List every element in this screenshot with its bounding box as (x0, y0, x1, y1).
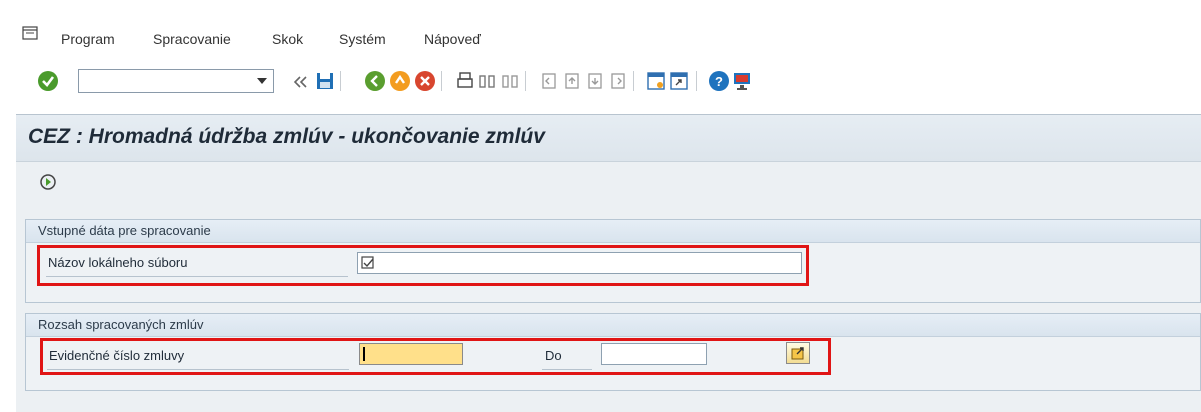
highlight-frame (40, 338, 831, 375)
save-icon[interactable] (314, 70, 336, 92)
menu-program[interactable]: Program (61, 31, 115, 47)
find-icon[interactable] (476, 70, 498, 92)
toolbar-separator (696, 71, 697, 91)
group-title: Vstupné dáta pre spracovanie (38, 223, 211, 238)
menu-skok[interactable]: Skok (272, 31, 303, 47)
svg-text:?: ? (715, 74, 723, 89)
back-icon[interactable] (289, 71, 311, 93)
page-title: CEZ : Hromadná údržba zmlúv - ukončovani… (28, 125, 545, 148)
command-field[interactable] (78, 69, 274, 93)
customize-icon[interactable] (731, 70, 753, 92)
exit-icon[interactable] (389, 70, 411, 92)
group-header: Rozsah spracovaných zmlúv (26, 314, 1200, 337)
check-icon[interactable] (37, 70, 59, 92)
menu-napoved[interactable]: Nápoveď (424, 31, 481, 47)
cancel-icon[interactable] (414, 70, 436, 92)
toolbar-separator (441, 71, 442, 91)
new-session-icon[interactable] (645, 70, 667, 92)
highlight-frame (37, 245, 809, 286)
execute-icon[interactable] (38, 172, 58, 192)
next-page-icon[interactable] (584, 70, 606, 92)
prev-page-icon[interactable] (561, 70, 583, 92)
find-next-icon[interactable] (499, 70, 521, 92)
group-header: Vstupné dáta pre spracovanie (26, 220, 1200, 243)
toolbar-separator (525, 71, 526, 91)
menu-window-icon[interactable] (22, 26, 38, 40)
menu-bar: Program Spracovanie Skok Systém Nápoveď (0, 0, 1201, 60)
help-icon[interactable]: ? (708, 70, 730, 92)
last-page-icon[interactable] (607, 70, 629, 92)
first-page-icon[interactable] (538, 70, 560, 92)
back-nav-icon[interactable] (364, 70, 386, 92)
shortcut-icon[interactable] (668, 70, 690, 92)
menu-system[interactable]: Systém (339, 31, 386, 47)
toolbar-separator (340, 71, 341, 91)
chevron-down-icon[interactable] (257, 78, 267, 84)
menu-spracovanie[interactable]: Spracovanie (153, 31, 231, 47)
toolbar-separator (633, 71, 634, 91)
print-icon[interactable] (454, 70, 476, 92)
group-title: Rozsah spracovaných zmlúv (38, 317, 204, 332)
